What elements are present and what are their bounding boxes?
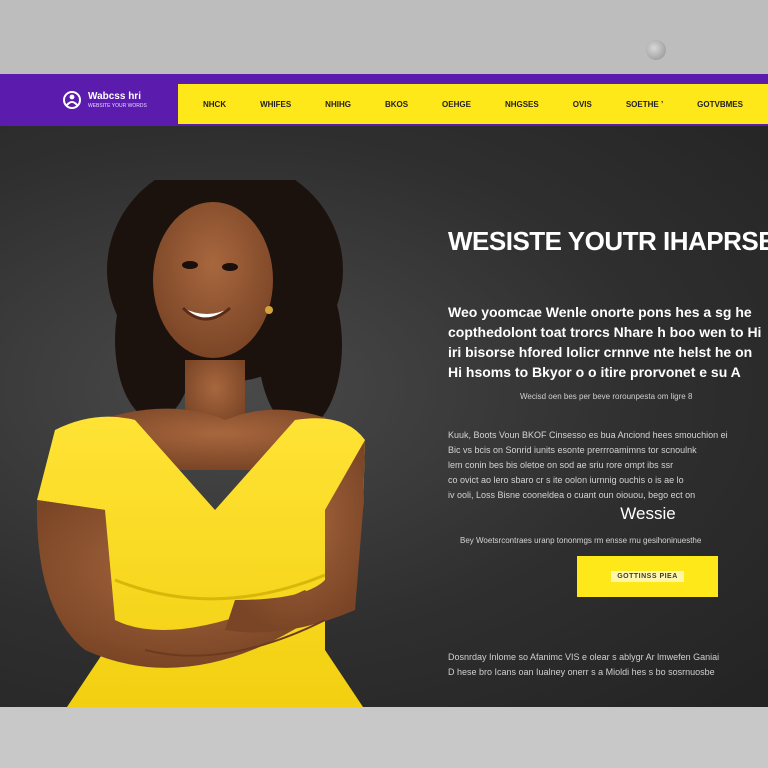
intro-line: copthedolont toat trorcs Nhare h boo wen… bbox=[448, 324, 762, 340]
hero-footer-text: Dosnrday Inlome so Afanimc VIS e olear s… bbox=[448, 650, 768, 680]
nav-item[interactable]: OVIS bbox=[573, 100, 592, 109]
intro-line: Hi hsoms to Bkyor o o itire prorvonet e … bbox=[448, 364, 741, 380]
cta-button-label: GOTTINSS PIEA bbox=[611, 571, 684, 582]
nav-item[interactable]: NHGSES bbox=[505, 100, 539, 109]
nav-item[interactable]: NHCK bbox=[203, 100, 226, 109]
brand[interactable]: Wabcss hri WEBSITE YOUR WORDS bbox=[0, 74, 178, 126]
cta-caption: Bey Woetsrcontraes uranp tononmgs rm ens… bbox=[460, 536, 702, 545]
brand-tagline: WEBSITE YOUR WORDS bbox=[88, 102, 147, 109]
footer-line: D hese bro Icans oan Iualney onerr s a M… bbox=[448, 667, 715, 677]
nav-item[interactable]: BKOS bbox=[385, 100, 408, 109]
intro-line: Weo yoomcae Wenle onorte pons hes a sg h… bbox=[448, 304, 752, 320]
brand-logo-icon bbox=[63, 91, 81, 109]
body-line: Kuuk, Boots Voun BKOF Cinsesso es bua An… bbox=[448, 430, 728, 440]
body-line: co ovict ao lero sbaro cr s ite oolon iu… bbox=[448, 475, 684, 485]
cta-title: Wessie bbox=[620, 504, 676, 523]
intro-line: iri bisorse hfored lolicr crnnve nte hel… bbox=[448, 344, 753, 360]
hero-body-text: Kuuk, Boots Voun BKOF Cinsesso es bua An… bbox=[448, 428, 768, 503]
nav-item[interactable]: OEHGE bbox=[442, 100, 471, 109]
hero-headline: WESISTE YOUTR IHAPRSE 90 bbox=[448, 226, 768, 256]
brand-name: Wabcss hri bbox=[88, 90, 141, 102]
bottom-bezel bbox=[0, 707, 768, 768]
top-bezel bbox=[0, 0, 768, 74]
nav-item[interactable]: SOETHE ’ bbox=[626, 100, 663, 109]
body-line: iv ooli, Loss Bisne cooneldea o cuant ou… bbox=[448, 490, 696, 500]
camera-icon bbox=[646, 40, 666, 60]
top-navigation: Wabcss hri WEBSITE YOUR WORDS NHCK WHIFE… bbox=[0, 74, 768, 126]
body-line: lem conin bes bis oletoe on sod ae sriu … bbox=[448, 460, 674, 470]
hero-person-image bbox=[36, 180, 365, 707]
cta-button[interactable]: GOTTINSS PIEA bbox=[577, 556, 718, 597]
hero-small-note: Wecisd oen bes per beve rorounpesta om l… bbox=[520, 392, 693, 401]
brand-text: Wabcss hri WEBSITE YOUR WORDS bbox=[88, 90, 147, 109]
hero-intro: Weo yoomcae Wenle onorte pons hes a sg h… bbox=[448, 302, 768, 382]
nav-item[interactable]: NHIHG bbox=[325, 100, 351, 109]
menu-bar: NHCK WHIFES NHIHG BKOS OEHGE NHGSES OVIS… bbox=[178, 84, 768, 124]
hero-section: WESISTE YOUTR IHAPRSE 90 Weo yoomcae Wen… bbox=[0, 126, 768, 707]
website-screen: Wabcss hri WEBSITE YOUR WORDS NHCK WHIFE… bbox=[0, 74, 768, 707]
footer-line: Dosnrday Inlome so Afanimc VIS e olear s… bbox=[448, 652, 720, 662]
nav-item[interactable]: GOTVBMES bbox=[697, 100, 743, 109]
body-line: Bic vs bcis on Sonrid iunits esonte prer… bbox=[448, 445, 697, 455]
nav-item[interactable]: WHIFES bbox=[260, 100, 291, 109]
